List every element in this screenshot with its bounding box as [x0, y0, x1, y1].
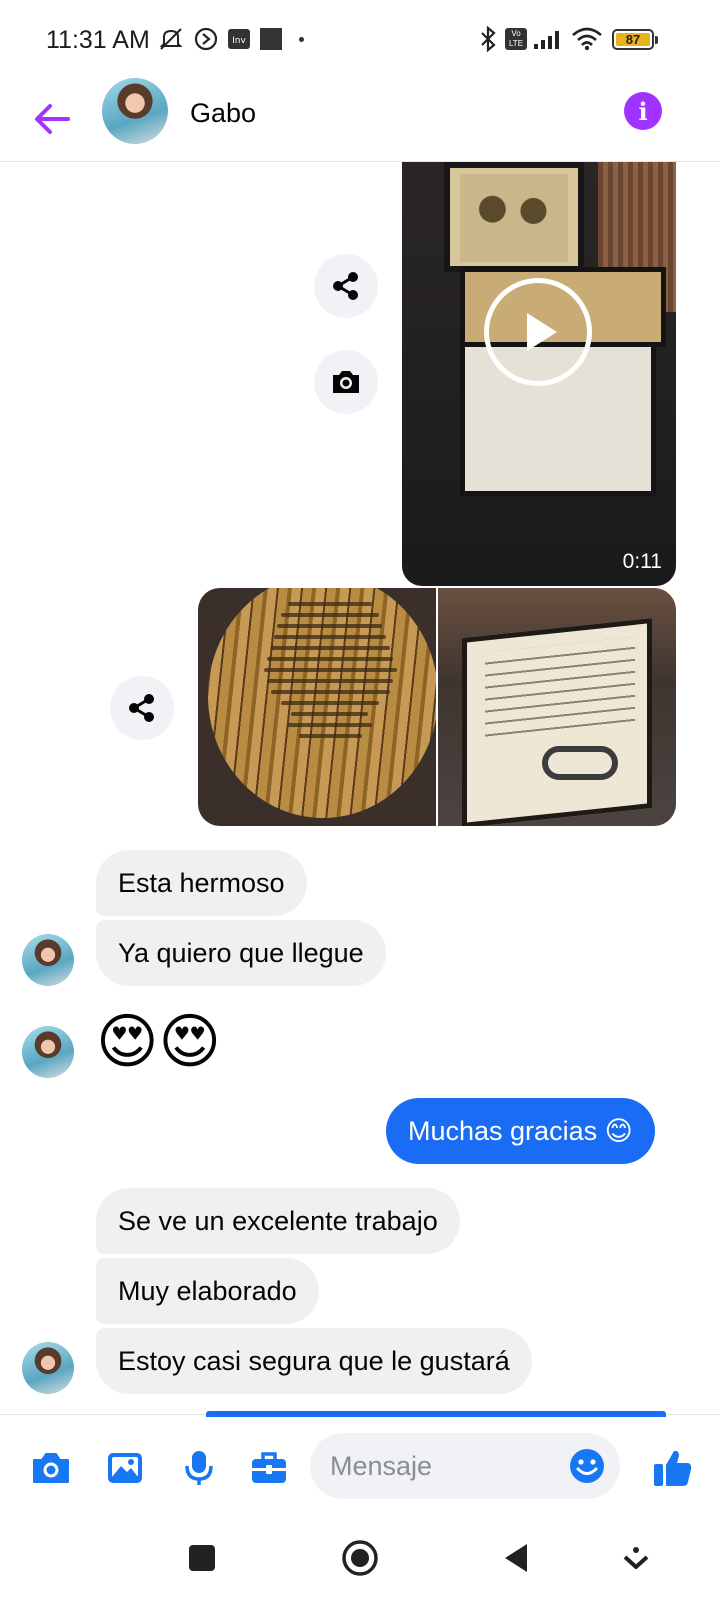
recents-button[interactable]	[180, 1536, 224, 1580]
share-button[interactable]	[314, 254, 378, 318]
received-message[interactable]: Muy elaborado	[96, 1258, 319, 1324]
nfc-icon	[192, 24, 220, 54]
play-icon[interactable]	[484, 278, 592, 386]
received-message[interactable]: Ya quiero que llegue	[96, 920, 386, 986]
share-icon	[129, 694, 154, 722]
camera-icon	[333, 371, 359, 393]
system-navigation-bar	[0, 1514, 720, 1600]
sender-avatar[interactable]	[22, 1026, 74, 1078]
received-message[interactable]: Estoy casi segura que le gustará	[96, 1328, 532, 1394]
mute-icon	[156, 24, 186, 54]
wifi-icon	[570, 24, 604, 54]
video-message[interactable]: 0:11	[402, 162, 676, 586]
thumbs-up-icon[interactable]	[650, 1447, 696, 1489]
received-message[interactable]: Esta hermoso	[96, 850, 307, 916]
message-input[interactable]	[330, 1433, 540, 1499]
engraving-lines	[260, 602, 400, 772]
inv-app-icon: Inv	[226, 24, 252, 54]
photo-engraved-watch[interactable]	[198, 588, 436, 826]
emoji-message[interactable]: 😍😍	[96, 1012, 221, 1072]
home-button[interactable]	[338, 1536, 382, 1580]
volte-icon: Vo LTE	[504, 24, 528, 54]
back-button[interactable]	[494, 1536, 538, 1580]
square-icon	[258, 24, 284, 54]
share-icon	[333, 272, 358, 300]
video-thumbnail-lid	[444, 162, 584, 272]
svg-text:Inv: Inv	[232, 36, 246, 46]
box-latch	[542, 746, 618, 780]
sender-avatar[interactable]	[22, 934, 74, 986]
emoji-icon[interactable]	[568, 1447, 606, 1485]
battery-level: 87	[616, 32, 650, 47]
received-message[interactable]: Se ve un excelente trabajo	[96, 1188, 460, 1254]
back-arrow-icon[interactable]	[28, 94, 78, 144]
notification-toggle-button[interactable]	[614, 1536, 658, 1580]
sent-message-peek	[206, 1411, 666, 1417]
dot-icon	[296, 24, 306, 54]
video-duration: 0:11	[622, 550, 662, 573]
info-icon[interactable]: i	[624, 92, 662, 130]
gallery-icon[interactable]	[104, 1447, 146, 1489]
sent-message[interactable]: Muchas gracias 😊	[386, 1098, 655, 1164]
camera-reaction-button[interactable]	[314, 350, 378, 414]
message-input-container[interactable]	[310, 1433, 620, 1499]
contact-name[interactable]: Gabo	[190, 98, 256, 129]
contact-avatar[interactable]	[102, 78, 168, 144]
microphone-icon[interactable]	[178, 1447, 220, 1489]
battery-icon: 87	[612, 29, 658, 50]
toolbox-icon[interactable]	[248, 1447, 290, 1489]
camera-icon[interactable]	[30, 1447, 72, 1489]
box-image	[462, 618, 652, 826]
photo-engraved-box[interactable]	[438, 588, 676, 826]
share-button[interactable]	[110, 676, 174, 740]
composer-bar	[0, 1411, 720, 1514]
bluetooth-icon	[476, 24, 500, 54]
status-bar: 11:31 AM Inv Vo LTE 87	[0, 0, 720, 76]
signal-icon	[532, 24, 564, 54]
conversation-header: Gabo i	[0, 76, 720, 162]
sender-avatar[interactable]	[22, 1342, 74, 1394]
status-time: 11:31 AM	[46, 26, 150, 54]
